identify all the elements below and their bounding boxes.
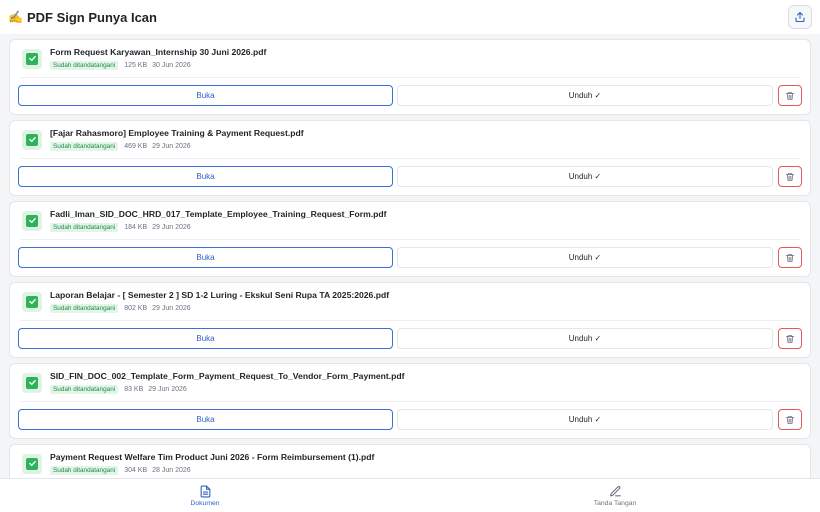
document-actions: Buka Unduh ✓ (18, 166, 802, 187)
status-badge: Sudah ditandatangani (50, 61, 119, 70)
header: ✍️ PDF Sign Punya Ican (0, 0, 820, 34)
trash-icon (785, 91, 795, 100)
document-name: Laporan Belajar - [ Semester 2 ] SD 1-2 … (50, 290, 390, 300)
file-size: 469 KB (124, 143, 148, 150)
open-button[interactable]: Buka (18, 328, 393, 349)
document-name: [Fajar Rahasmoro] Employee Training & Pa… (50, 128, 304, 138)
upload-button[interactable] (788, 5, 812, 29)
document-card: SID_FIN_DOC_002_Template_Form_Payment_Re… (9, 363, 811, 439)
status-badge: Sudah ditandatangani (50, 466, 119, 475)
bottom-nav: Dokumen Tanda Tangan (0, 478, 820, 512)
status-badge: Sudah ditandatangani (50, 223, 119, 232)
document-details: Sudah ditandatangani 125 KB 30 Jun 2026 (50, 61, 266, 70)
document-info: Fadli_Iman_SID_DOC_HRD_017_Template_Empl… (20, 202, 800, 240)
document-card: Laporan Belajar - [ Semester 2 ] SD 1-2 … (9, 282, 811, 358)
open-button[interactable]: Buka (18, 166, 393, 187)
file-date: 29 Jun 2026 (148, 386, 187, 393)
file-date: 29 Jun 2026 (152, 143, 191, 150)
document-info: SID_FIN_DOC_002_Template_Form_Payment_Re… (20, 364, 800, 402)
document-actions: Buka Unduh ✓ (18, 85, 802, 106)
document-meta: [Fajar Rahasmoro] Employee Training & Pa… (50, 128, 304, 151)
file-date: 30 Jun 2026 (152, 62, 191, 69)
download-button[interactable]: Unduh ✓ (397, 166, 773, 187)
file-date: 29 Jun 2026 (152, 305, 191, 312)
download-button[interactable]: Unduh ✓ (397, 247, 773, 268)
document-actions: Buka Unduh ✓ (18, 409, 802, 430)
document-meta: Laporan Belajar - [ Semester 2 ] SD 1-2 … (50, 290, 389, 313)
delete-button[interactable] (778, 247, 802, 268)
signed-status-icon (22, 129, 42, 150)
file-size: 125 KB (124, 62, 148, 69)
file-date: 29 Jun 2026 (152, 224, 191, 231)
document-card: Fadli_Iman_SID_DOC_HRD_017_Template_Empl… (9, 201, 811, 277)
pen-icon (609, 486, 621, 497)
app-logo-icon: ✍️ (8, 10, 23, 24)
file-date: 28 Jun 2026 (152, 467, 191, 474)
upload-icon (795, 11, 805, 23)
nav-documents-label: Dokumen (190, 500, 220, 507)
download-button[interactable]: Unduh ✓ (397, 409, 773, 430)
open-button[interactable]: Buka (18, 247, 393, 268)
status-badge: Sudah ditandatangani (50, 385, 119, 394)
document-card: Form Request Karyawan_Internship 30 Juni… (9, 39, 811, 115)
delete-button[interactable] (778, 409, 802, 430)
document-meta: SID_FIN_DOC_002_Template_Form_Payment_Re… (50, 371, 405, 394)
document-info: [Fajar Rahasmoro] Employee Training & Pa… (20, 121, 800, 159)
signed-status-icon (22, 453, 42, 474)
nav-signature-label: Tanda Tangan (593, 500, 637, 507)
open-button[interactable]: Buka (18, 85, 393, 106)
signed-status-icon (22, 210, 42, 231)
document-name: Fadli_Iman_SID_DOC_HRD_017_Template_Empl… (50, 209, 387, 219)
document-name: SID_FIN_DOC_002_Template_Form_Payment_Re… (50, 371, 405, 381)
document-details: Sudah ditandatangani 802 KB 29 Jun 2026 (50, 304, 389, 313)
download-button[interactable]: Unduh ✓ (397, 328, 773, 349)
signed-status-icon (22, 48, 42, 69)
signed-status-icon (22, 372, 42, 393)
trash-icon (785, 172, 795, 181)
document-name: Payment Request Welfare Tim Product Juni… (50, 452, 375, 462)
download-button[interactable]: Unduh ✓ (397, 85, 773, 106)
file-size: 184 KB (124, 224, 148, 231)
document-info: Laporan Belajar - [ Semester 2 ] SD 1-2 … (20, 283, 800, 321)
trash-icon (785, 253, 795, 262)
check-icon (26, 376, 38, 389)
nav-documents[interactable]: Dokumen (0, 479, 410, 512)
file-size: 802 KB (124, 305, 148, 312)
document-meta: Payment Request Welfare Tim Product Juni… (50, 452, 374, 475)
app: ✍️ PDF Sign Punya Ican Form Request Kary… (0, 0, 820, 512)
document-meta: Fadli_Iman_SID_DOC_HRD_017_Template_Empl… (50, 209, 387, 232)
document-info: Form Request Karyawan_Internship 30 Juni… (20, 40, 800, 78)
document-actions: Buka Unduh ✓ (18, 247, 802, 268)
trash-icon (785, 415, 795, 424)
status-badge: Sudah ditandatangani (50, 142, 119, 151)
document-card: [Fajar Rahasmoro] Employee Training & Pa… (9, 120, 811, 196)
document-card: Payment Request Welfare Tim Product Juni… (9, 444, 811, 478)
document-details: Sudah ditandatangani 184 KB 29 Jun 2026 (50, 223, 387, 232)
document-details: Sudah ditandatangani 469 KB 29 Jun 2026 (50, 142, 304, 151)
signed-status-icon (22, 291, 42, 312)
document-meta: Form Request Karyawan_Internship 30 Juni… (50, 47, 266, 70)
app-title: PDF Sign Punya Ican (26, 9, 157, 25)
delete-button[interactable] (778, 85, 802, 106)
document-actions: Buka Unduh ✓ (18, 328, 802, 349)
delete-button[interactable] (778, 328, 802, 349)
file-size: 304 KB (124, 467, 148, 474)
open-button[interactable]: Buka (18, 409, 393, 430)
document-info: Payment Request Welfare Tim Product Juni… (20, 445, 800, 478)
check-icon (26, 214, 38, 227)
document-list: Form Request Karyawan_Internship 30 Juni… (0, 34, 820, 478)
check-icon (26, 457, 38, 470)
check-icon (26, 295, 38, 308)
delete-button[interactable] (778, 166, 802, 187)
document-details: Sudah ditandatangani 83 KB 29 Jun 2026 (50, 385, 405, 394)
nav-signature[interactable]: Tanda Tangan (410, 479, 820, 512)
document-icon (200, 485, 210, 498)
file-size: 83 KB (124, 386, 144, 393)
document-details: Sudah ditandatangani 304 KB 28 Jun 2026 (50, 466, 374, 475)
trash-icon (785, 334, 795, 343)
check-icon (26, 52, 38, 65)
check-icon (26, 133, 38, 146)
status-badge: Sudah ditandatangani (50, 304, 119, 313)
document-name: Form Request Karyawan_Internship 30 Juni… (50, 47, 267, 57)
